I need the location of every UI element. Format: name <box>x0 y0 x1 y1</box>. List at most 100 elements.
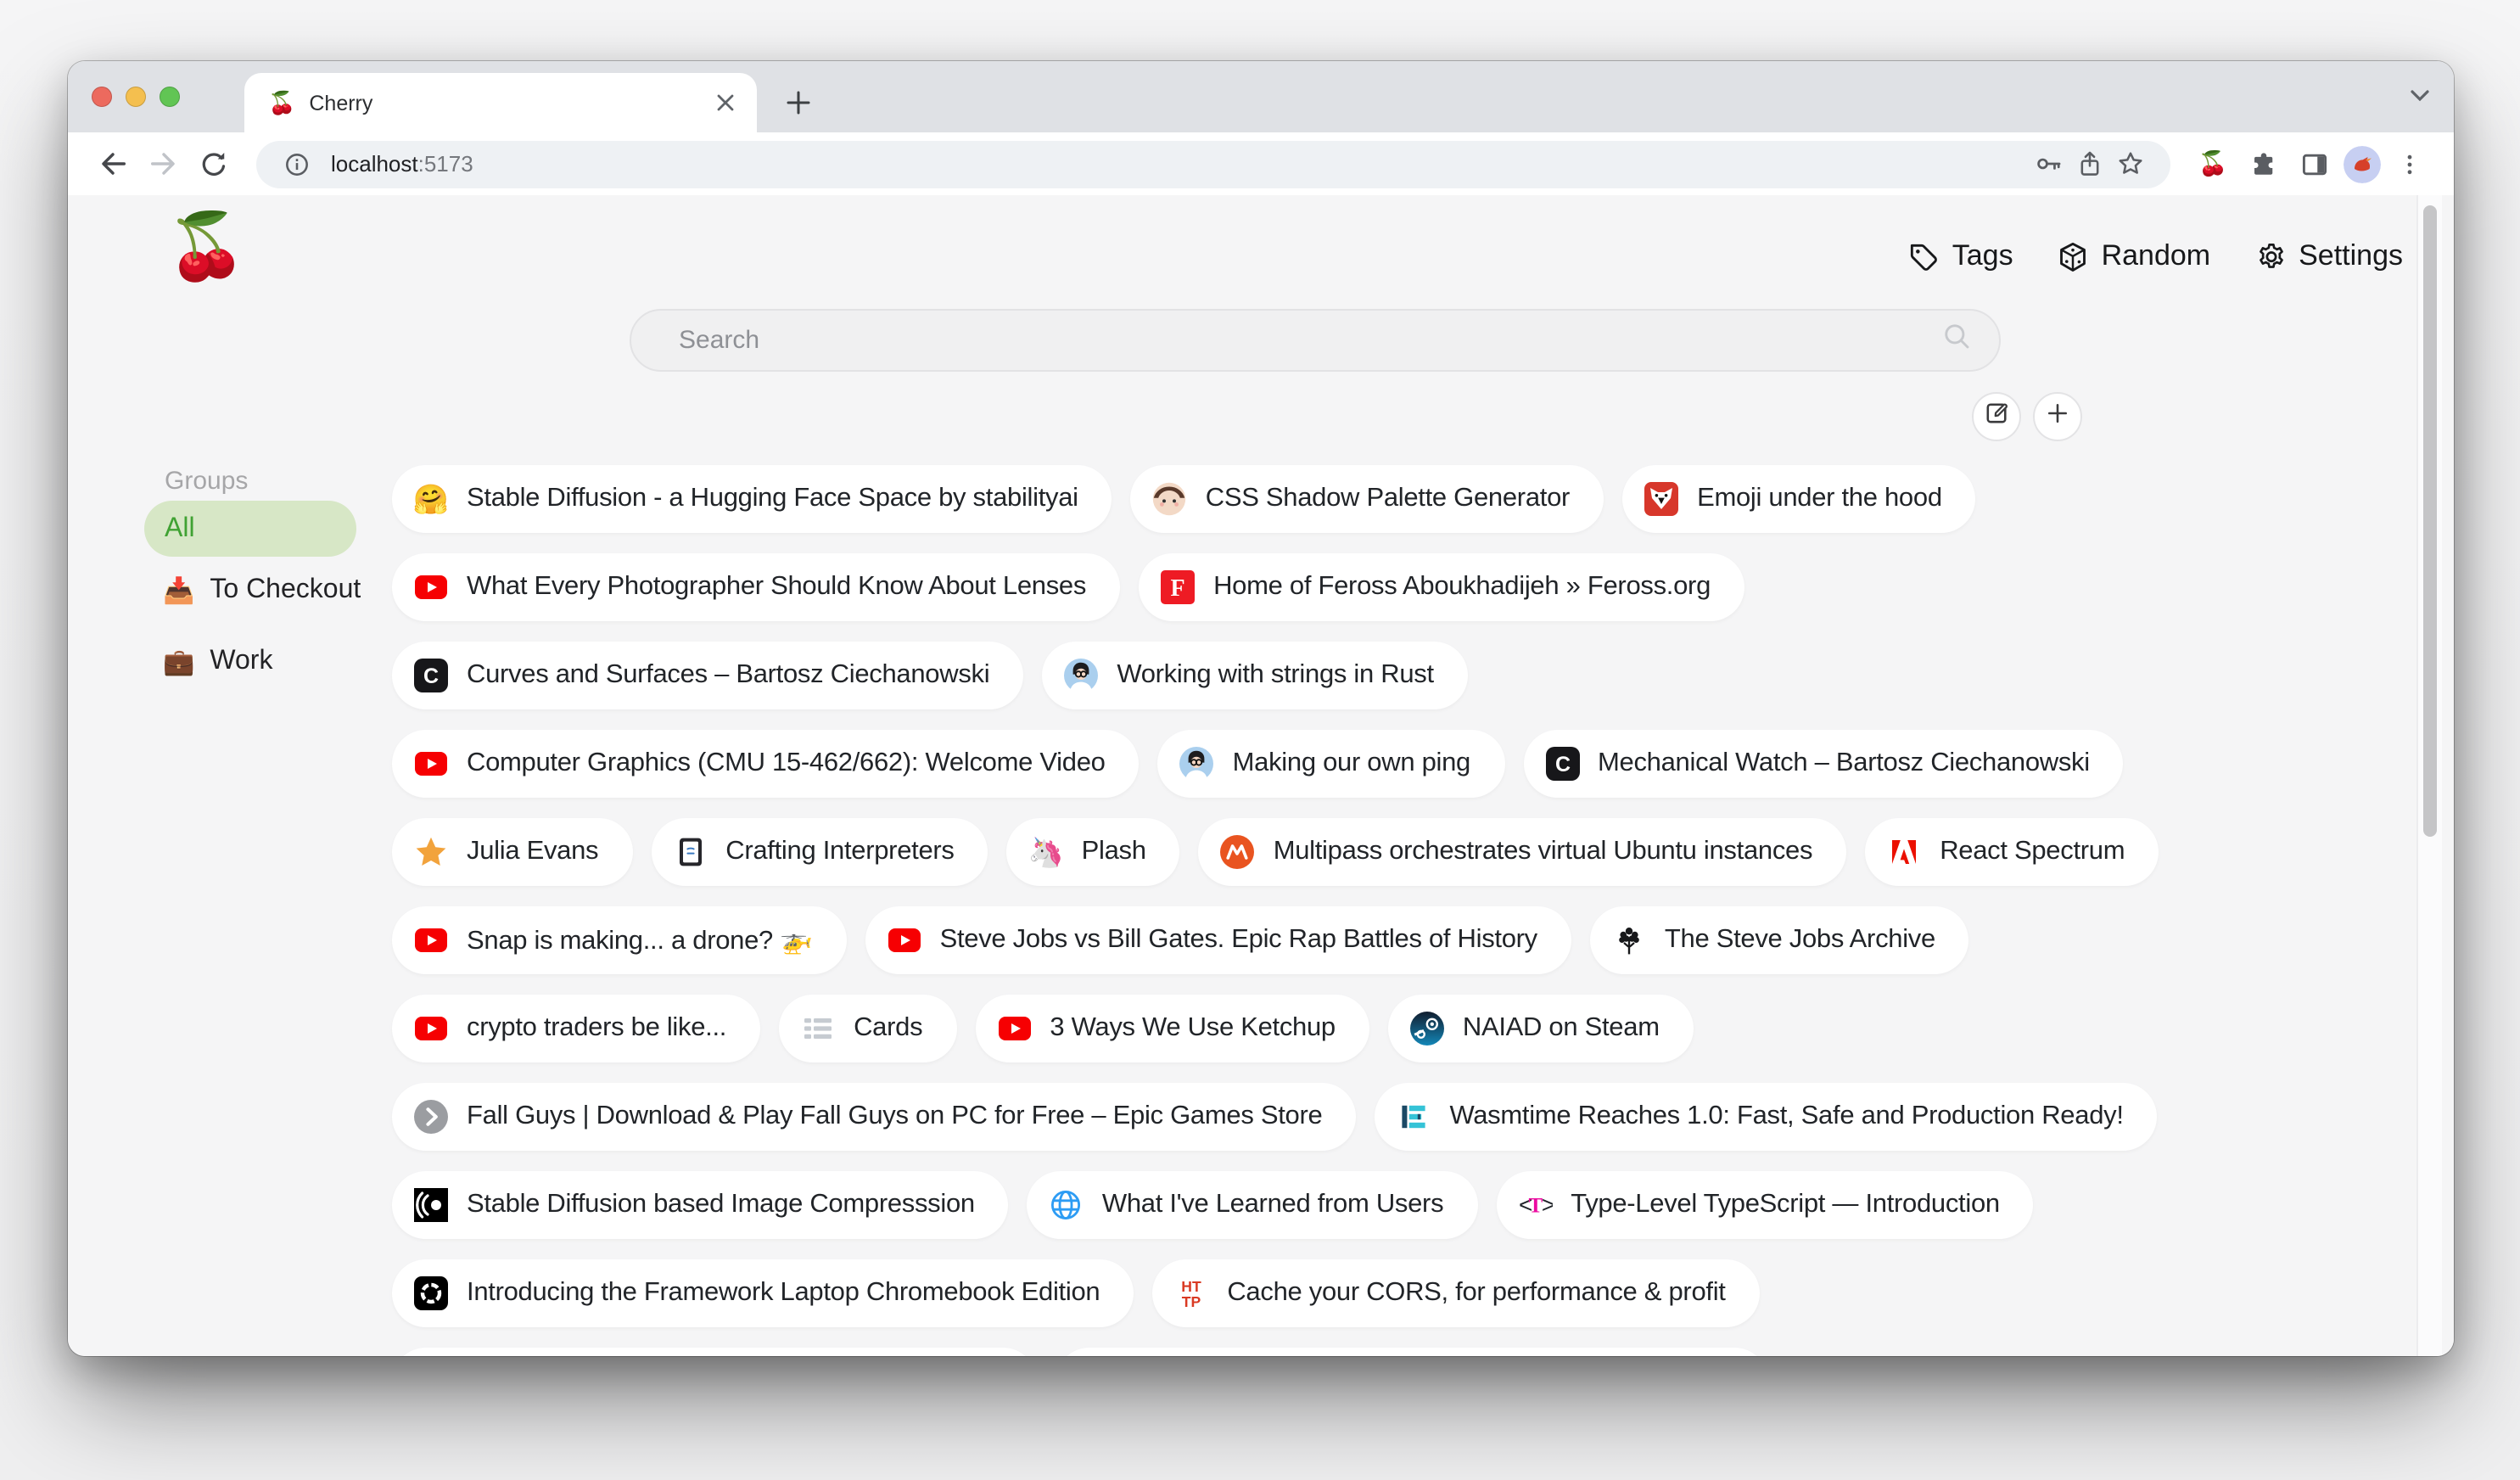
bookmark-label: What I've Learned from Users <box>1102 1190 1443 1220</box>
adobe-icon <box>1887 835 1921 869</box>
inbox-tray-icon: 📥 <box>163 578 194 603</box>
close-window-button[interactable] <box>92 87 112 107</box>
bookmark-pill[interactable]: What Every Photographer Should Know Abou… <box>392 553 1120 621</box>
reload-icon[interactable] <box>192 142 236 186</box>
page-content: 🍒 Tags Random <box>68 195 2454 1356</box>
plus-icon <box>2045 400 2070 434</box>
bookmark-pill-partial[interactable] <box>1056 1348 1768 1356</box>
group-to-checkout-label: To Checkout <box>210 575 361 606</box>
nav-settings[interactable]: Settings <box>2254 239 2403 273</box>
browser-toolbar: localhost:5173 🍒 <box>68 132 2454 195</box>
bookmark-row <box>392 1348 2355 1356</box>
bookmark-label: Julia Evans <box>467 837 598 867</box>
bookmark-label: Steve Jobs vs Bill Gates. Epic Rap Battl… <box>940 925 1537 956</box>
bookmark-label: Fall Guys | Download & Play Fall Guys on… <box>467 1102 1322 1132</box>
zoom-window-button[interactable] <box>160 87 180 107</box>
bookmark-pill[interactable]: Stable Diffusion based Image Compresssio… <box>392 1171 1009 1239</box>
nav-random[interactable]: Random <box>2058 239 2211 273</box>
bookmark-pill[interactable]: 🤗Stable Diffusion - a Hugging Face Space… <box>392 465 1112 533</box>
bookmark-pill[interactable]: CMechanical Watch – Bartosz Ciechanowski <box>1523 730 2124 798</box>
search-input[interactable] <box>675 324 1941 356</box>
bookmark-pill[interactable]: Snap is making... a drone? 🚁 <box>392 906 847 974</box>
forward-icon[interactable] <box>141 142 185 186</box>
bookmark-pill[interactable]: Multipass orchestrates virtual Ubuntu in… <box>1199 818 1847 886</box>
bookmark-pill[interactable]: Julia Evans <box>392 818 632 886</box>
bookmark-label: Mechanical Watch – Bartosz Ciechanowski <box>1598 748 2090 779</box>
sidebar-item-all[interactable]: All <box>144 501 356 557</box>
bookmark-label: Plash <box>1082 837 1146 867</box>
bookmark-pill[interactable]: 3 Ways We Use Ketchup <box>975 995 1369 1062</box>
nav-tags[interactable]: Tags <box>1908 239 2013 273</box>
bookmark-pill[interactable]: 🦄Plash <box>1007 818 1180 886</box>
bookmark-label: Introducing the Framework Laptop Chromeb… <box>467 1278 1100 1309</box>
bookmark-pill[interactable]: What I've Learned from Users <box>1028 1171 1477 1239</box>
tag-icon <box>1908 240 1940 272</box>
bookmark-pill-partial[interactable] <box>392 1348 1037 1356</box>
bookmark-row: Julia Evans Crafting Interpreters 🦄Plash Mu… <box>392 818 2355 886</box>
bookmark-label: Home of Feross Aboukhadijeh » Feross.org <box>1213 572 1711 603</box>
bookmark-star-icon[interactable] <box>2109 143 2150 184</box>
bookmark-label: Stable Diffusion based Image Compresssio… <box>467 1190 975 1220</box>
site-info-icon[interactable] <box>277 143 317 184</box>
youtube-icon <box>888 923 921 957</box>
bookmark-pill[interactable]: CSS Shadow Palette Generator <box>1131 465 1604 533</box>
bookmark-pill[interactable]: CCurves and Surfaces – Bartosz Ciechanow… <box>392 642 1023 709</box>
bookmark-label: Cards <box>854 1013 922 1044</box>
bookmark-pill[interactable]: Working with strings in Rust <box>1042 642 1468 709</box>
svg-text:F: F <box>1171 575 1185 602</box>
bookmark-pill[interactable]: Cards <box>779 995 956 1062</box>
password-key-icon[interactable] <box>2028 143 2069 184</box>
edit-button[interactable] <box>1972 392 2021 441</box>
tab-close-icon[interactable] <box>709 87 740 118</box>
extensions-puzzle-icon[interactable] <box>2242 142 2286 186</box>
briefcase-icon: 💼 <box>163 649 194 675</box>
sidebar-item-to-checkout[interactable]: 📥 To Checkout <box>163 570 361 611</box>
svg-text:>: > <box>1541 1191 1552 1218</box>
bookmark-row: Computer Graphics (CMU 15-462/662): Welc… <box>392 730 2355 798</box>
bookmark-pill[interactable]: Steve Jobs vs Bill Gates. Epic Rap Battl… <box>865 906 1571 974</box>
youtube-icon <box>414 570 448 604</box>
profile-avatar[interactable] <box>2344 145 2381 182</box>
bookmark-label: The Steve Jobs Archive <box>1665 925 1935 956</box>
address-bar[interactable]: localhost:5173 <box>256 140 2170 188</box>
bookmark-pill[interactable]: crypto traders be like... <box>392 995 760 1062</box>
bookmark-label: Cache your CORS, for performance & profi… <box>1227 1278 1725 1309</box>
bookmark-pill[interactable]: The Steve Jobs Archive <box>1590 906 1969 974</box>
ts-type-icon: <T> <box>1518 1188 1552 1222</box>
groups-title: Groups <box>165 467 248 496</box>
browser-menu-icon[interactable] <box>2388 142 2432 186</box>
scrollbar-thumb[interactable] <box>2423 205 2437 837</box>
bookmark-label: crypto traders be like... <box>467 1013 726 1044</box>
list-icon <box>801 1012 835 1046</box>
cherry-extension-icon[interactable]: 🍒 <box>2191 142 2235 186</box>
bookmark-pill[interactable]: NAIAD on Steam <box>1388 995 1694 1062</box>
bookmark-pill[interactable]: Crafting Interpreters <box>651 818 988 886</box>
bookmark-label: Making our own ping <box>1233 748 1470 779</box>
bookmark-pill[interactable]: React Spectrum <box>1865 818 2159 886</box>
fox-icon <box>1644 482 1678 516</box>
bookmark-pill[interactable]: Making our own ping <box>1158 730 1504 798</box>
add-bookmark-button[interactable] <box>2033 392 2082 441</box>
bookmark-pill[interactable]: Wasmtime Reaches 1.0: Fast, Safe and Pro… <box>1375 1083 2157 1151</box>
tab-search-chevron-icon[interactable] <box>2406 81 2433 117</box>
bookmark-pill[interactable]: Computer Graphics (CMU 15-462/662): Welc… <box>392 730 1140 798</box>
app-logo-cherry-icon[interactable]: 🍒 <box>166 216 247 280</box>
bookmark-label: 3 Ways We Use Ketchup <box>1050 1013 1336 1044</box>
bookmark-pill[interactable]: Fall Guys | Download & Play Fall Guys on… <box>392 1083 1356 1151</box>
tab-strip: 🍒 Cherry <box>68 61 2454 132</box>
minimize-window-button[interactable] <box>126 87 146 107</box>
new-tab-button[interactable] <box>774 78 821 126</box>
bookmark-pill[interactable]: Introducing the Framework Laptop Chromeb… <box>392 1259 1134 1327</box>
bookmark-pill[interactable]: Emoji under the hood <box>1622 465 1976 533</box>
bookmark-pill[interactable]: HTTPCache your CORS, for performance & p… <box>1152 1259 1759 1327</box>
back-icon[interactable] <box>90 142 134 186</box>
share-icon[interactable] <box>2069 143 2109 184</box>
scrollbar-track[interactable] <box>2416 195 2442 1356</box>
sidebar-item-work[interactable]: 💼 Work <box>163 642 272 682</box>
side-panel-icon[interactable] <box>2293 142 2337 186</box>
bookmark-pill[interactable]: F Home of Feross Aboukhadijeh » Feross.or… <box>1139 553 1744 621</box>
bookmark-row: Fall Guys | Download & Play Fall Guys on… <box>392 1083 2355 1151</box>
browser-tab[interactable]: 🍒 Cherry <box>244 73 757 132</box>
bookmark-label: Curves and Surfaces – Bartosz Ciechanows… <box>467 660 989 691</box>
bookmark-pill[interactable]: <T>Type-Level TypeScript — Introduction <box>1496 1171 2034 1239</box>
